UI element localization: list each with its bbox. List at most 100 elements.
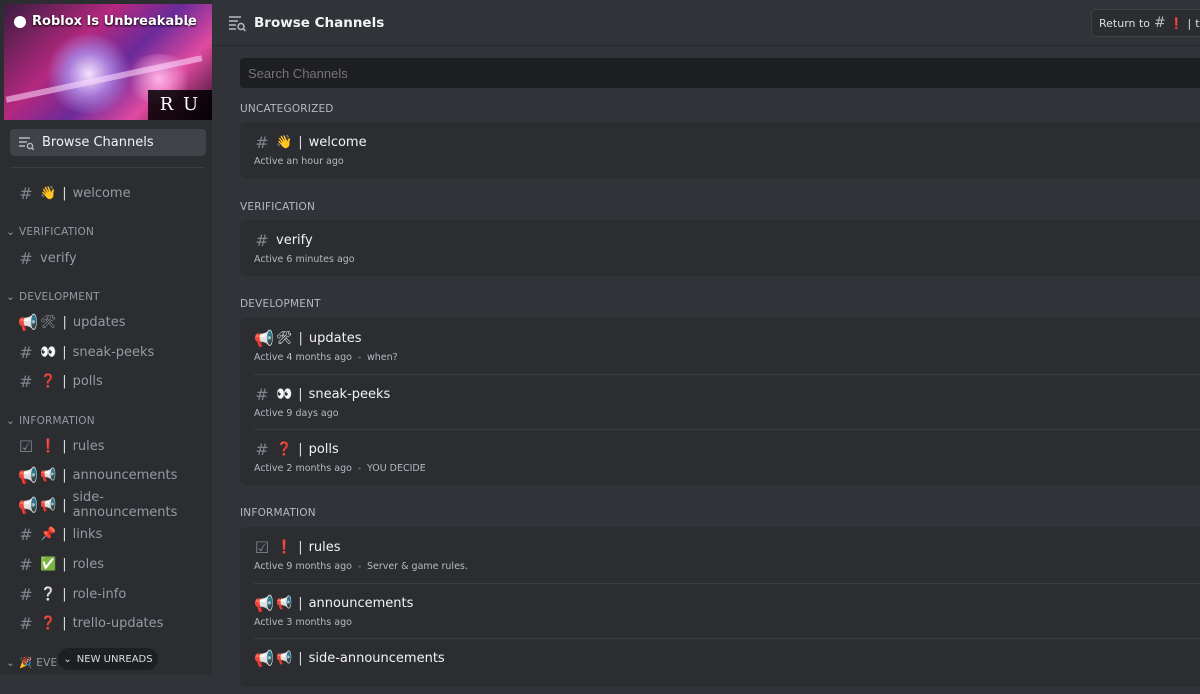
sidebar-channel-welcome[interactable]: # 👋 | welcome [10,180,206,206]
channel-emoji: 📢 [40,467,57,483]
sidebar-channel-announcements[interactable]: 📢 📢 | announcements [10,462,206,488]
return-to-channel-button[interactable]: Return to # ❗| tradin [1091,9,1200,37]
channel-row-announcements[interactable]: 📢 📢 | announcements Active 3 months ago [240,583,1200,639]
channel-emoji: ✅ [40,556,57,572]
channel-label: updates [72,314,126,330]
channel-emoji: 👀 [276,387,293,402]
sidebar-channel-updates[interactable]: 📢 🛠 | updates [10,309,206,335]
category-development[interactable]: ⌄ DEVELOPMENT [6,291,100,303]
rules-checkbox-icon: ☑ [18,436,34,456]
search-channels-input[interactable] [240,58,1200,88]
channel-emoji: 👀 [40,344,57,360]
channel-label: rules [72,438,105,454]
hash-icon: # [19,342,33,362]
exclamation-emoji: ❗ [1169,16,1184,30]
channel-emoji: 📌 [40,526,57,542]
channel-row-side-announcements[interactable]: 📢 📢 | side-announcements [240,638,1200,694]
sidebar-channel-roles[interactable]: # ✅ | roles [10,551,206,577]
channel-label: side-announcements [72,490,178,520]
return-label: Return to [1099,16,1151,30]
category-information[interactable]: ⌄ INFORMATION [6,415,95,427]
sidebar-channel-links[interactable]: # 📌 | links [10,521,206,547]
channel-label: links [72,526,103,542]
category-verification[interactable]: ⌄ VERIFICATION [6,226,94,238]
chevron-down-icon: ⌄ [6,291,15,303]
channel-emoji: 👋 [40,185,57,201]
separator-dot [357,356,361,359]
channel-topic: YOU DECIDE [366,463,426,474]
channel-card: ☑ ❗ | rules Active 9 months ago Server & gam… [240,527,1200,687]
channel-name: polls [308,442,339,457]
browse-channels-icon [19,136,34,150]
hash-icon: # [255,385,269,404]
sidebar-channel-side-announcements[interactable]: 📢 📢 | side-announcements [10,490,206,520]
channel-emoji: 📢 [276,596,293,611]
hash-icon: # [19,524,33,544]
browse-channels-button[interactable]: Browse Channels [10,129,206,156]
channel-emoji: ❓ [40,373,57,389]
channel-activity: Active 3 months ago [254,617,352,628]
channel-name: announcements [308,596,414,611]
channel-activity: Active an hour ago [254,156,344,167]
section-label: UNCATEGORIZED [240,103,334,115]
channel-label: polls [72,373,103,389]
megaphone-icon: 📢 [18,465,38,485]
channel-row-sneak-peeks[interactable]: # 👀 | sneak-peeks Active 9 days ago [240,374,1200,430]
channel-emoji: 👋 [276,135,293,150]
channel-emoji: 📢 [40,497,57,513]
channel-label: trello-updates [72,615,164,631]
channel-card: 📢 🛠 | updates Active 4 months ago when? # 👀 | s… [240,318,1200,485]
channel-topic: when? [366,352,398,363]
server-name: Roblox Is Unbreakable [32,14,197,29]
sidebar-channel-verify[interactable]: # verify [10,245,206,271]
hash-icon: # [255,231,269,250]
channel-activity: Active 9 days ago [254,408,339,419]
hash-icon: # [19,613,33,633]
megaphone-icon: 📢 [254,594,274,613]
channel-row-rules[interactable]: ☑ ❗ | rules Active 9 months ago Server & gam… [240,527,1200,583]
megaphone-icon: 📢 [254,329,274,348]
chevron-down-icon: ⌄ [6,656,15,669]
megaphone-icon: 📢 [18,495,38,515]
category-label: INFORMATION [19,415,95,427]
category-events[interactable]: ⌄ 🎉 EVE [6,656,57,670]
server-logo: R U [148,90,212,120]
channel-emoji: 🛠 [40,314,57,330]
sidebar-channel-sneak-peeks[interactable]: # 👀 | sneak-peeks [10,339,206,365]
divider [10,167,204,168]
chevron-down-icon: ⌄ [6,226,15,238]
channel-name: rules [308,540,341,555]
hash-icon: # [1154,15,1166,31]
hash-icon: # [19,584,33,604]
server-boost-icon [14,15,26,28]
channel-emoji: 📢 [276,651,293,666]
chevron-down-icon[interactable]: ⌄ [184,15,194,29]
channel-name: sneak-peeks [308,387,391,402]
rules-checkbox-icon: ☑ [254,538,270,557]
sidebar-channel-polls[interactable]: # ❓ | polls [10,368,206,394]
megaphone-icon: 📢 [254,649,274,668]
channel-row-welcome[interactable]: # 👋 | welcome Active an hour ago [240,122,1200,178]
sidebar-channel-role-info[interactable]: # ❔ | role-info [10,581,206,607]
sidebar-channel-rules[interactable]: ☑ ❗ | rules [10,433,206,459]
top-header: Browse Channels Return to # ❗| tradin [212,0,1200,46]
sidebar-channel-trello-updates[interactable]: # ❓ | trello-updates [10,610,206,636]
hash-icon: # [19,371,33,391]
channel-row-updates[interactable]: 📢 🛠 | updates Active 4 months ago when? [240,318,1200,374]
channel-label: announcements [72,467,178,483]
section-label: VERIFICATION [240,201,316,213]
separator-dot [357,467,361,470]
server-name-header[interactable]: Roblox Is Unbreakable [14,14,197,29]
channel-name: side-announcements [308,651,445,666]
channel-emoji: ❗ [40,438,57,454]
channel-row-polls[interactable]: # ❓ | polls Active 2 months ago YOU DECIDE [240,429,1200,485]
new-unreads-pill[interactable]: ⌄ NEW UNREADS [58,648,158,670]
channel-activity: Active 2 months ago [254,463,352,474]
channel-sidebar: R U Roblox Is Unbreakable ⌄ Browse Chann… [0,0,212,675]
channel-topic: Server & game rules. [366,561,468,572]
section-label: DEVELOPMENT [240,298,321,310]
channel-emoji: 🛠 [276,331,293,346]
channel-row-verify[interactable]: # verify Active 6 minutes ago [240,220,1200,276]
channel-activity: Active 9 months ago [254,561,352,572]
channel-name: updates [308,331,362,346]
